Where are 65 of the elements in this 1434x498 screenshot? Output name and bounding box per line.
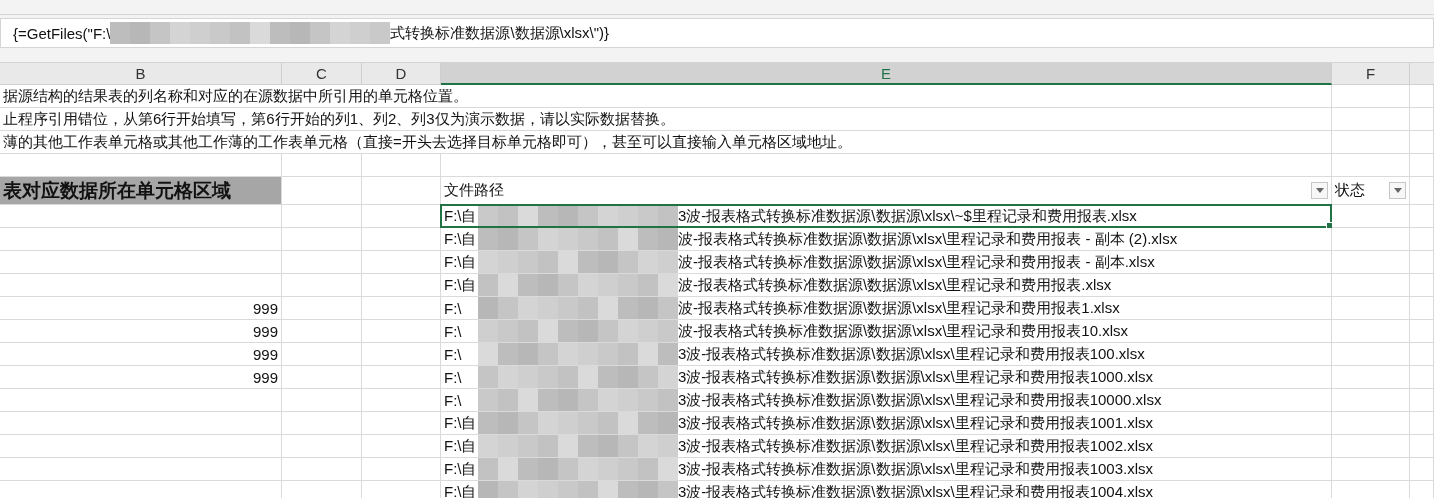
grid-cell xyxy=(1410,389,1434,412)
grid-cell xyxy=(1410,85,1434,108)
grid-cell xyxy=(1410,251,1434,274)
path-prefix: F:\自 xyxy=(444,459,478,479)
formula-text: {=GetFiles("F:\ xyxy=(13,24,111,42)
path-text: 波-报表格式转换标准数据源\数据源\xlsx\里程记录和费用报表1.xlsx xyxy=(678,298,1120,318)
number-cell: 999 xyxy=(252,345,278,363)
grid-cell xyxy=(1410,297,1434,320)
path-text: 3波-报表格式转换标准数据源\数据源\xlsx\里程记录和费用报表100.xlsx xyxy=(678,344,1145,364)
grid-cell xyxy=(1410,435,1434,458)
grid-cell xyxy=(1410,458,1434,481)
column-header[interactable]: D xyxy=(362,63,441,85)
column-title: 状态 xyxy=(1335,181,1365,200)
path-text: 3波-报表格式转换标准数据源\数据源\xlsx\里程记录和费用报表1000.xlsx xyxy=(678,367,1154,387)
caret-icon xyxy=(1393,188,1402,193)
column-title: 文件路径 xyxy=(444,181,504,200)
path-text: 波-报表格式转换标准数据源\数据源\xlsx\里程记录和费用报表.xlsx xyxy=(678,275,1112,295)
grid-cell xyxy=(1410,343,1434,366)
path-text: 3波-报表格式转换标准数据源\数据源\xlsx\里程记录和费用报表1002.xlsx xyxy=(678,436,1154,456)
grid-cell xyxy=(1410,131,1434,154)
path-prefix: F:\ xyxy=(444,322,463,340)
formula-text: 式转换标准数据源\数据源\xlsx\")} xyxy=(390,23,610,43)
path-text: 3波-报表格式转换标准数据源\数据源\xlsx\里程记录和费用报表1004.xlsx xyxy=(678,482,1154,498)
path-prefix: F:\自 xyxy=(444,206,478,226)
path-prefix: F:\自 xyxy=(444,229,478,249)
formula-bar[interactable]: {=GetFiles("F:\ 式转换标准数据源\数据源\xlsx\")} xyxy=(0,18,1434,48)
path-prefix: F:\自 xyxy=(444,252,478,272)
grid-cell xyxy=(1410,108,1434,131)
path-text: 波-报表格式转换标准数据源\数据源\xlsx\里程记录和费用报表10.xlsx xyxy=(678,321,1128,341)
number-cell: 999 xyxy=(252,299,278,317)
filter-button[interactable] xyxy=(1311,182,1328,199)
path-prefix: F:\自 xyxy=(444,275,478,295)
path-prefix: F:\自 xyxy=(444,413,478,433)
number-cell: 999 xyxy=(252,368,278,386)
grid-cell xyxy=(1410,366,1434,389)
path-text: 波-报表格式转换标准数据源\数据源\xlsx\里程记录和费用报表 - 副本.xlsx xyxy=(678,252,1155,272)
grid-cell xyxy=(1410,228,1434,251)
path-text: 波-报表格式转换标准数据源\数据源\xlsx\里程记录和费用报表 - 副本 (2).xlsx xyxy=(678,229,1178,249)
path-prefix: F:\ xyxy=(444,391,463,409)
path-prefix: F:\自 xyxy=(444,436,478,456)
column-header[interactable]: F xyxy=(1332,63,1410,85)
note-text: 据源结构的结果表的列名称和对应的在源数据中所引用的单元格位置。 xyxy=(3,86,468,106)
note-text: 薄的其他工作表单元格或其他工作薄的工作表单元格（直接=开头去选择目标单元格即可），甚至可以直接输入单元格区域地址。 xyxy=(3,132,852,152)
caret-icon xyxy=(1315,188,1324,193)
path-text: 3波-报表格式转换标准数据源\数据源\xlsx\里程记录和费用报表1003.xlsx xyxy=(678,459,1154,479)
range-label: 表对应数据所在单元格区域 xyxy=(3,178,231,203)
column-header[interactable]: B xyxy=(0,63,282,85)
path-prefix: F:\ xyxy=(444,345,463,363)
note-text: 止程序引用错位，从第6行开始填写，第6行开始的列1、列2、列3仅为演示数据，请以实际数据替换。 xyxy=(3,109,675,129)
column-header[interactable]: E xyxy=(441,63,1332,85)
selected-cell[interactable]: F:\自 3波-报表格式转换标准数据源\数据源\xlsx\~$里程记录和费用报表.xlsx xyxy=(441,205,1332,228)
grid-cell xyxy=(1410,154,1434,177)
grid-cell xyxy=(1410,274,1434,297)
path-text: 3波-报表格式转换标准数据源\数据源\xlsx\里程记录和费用报表10000.xlsx xyxy=(678,390,1162,410)
number-cell: 999 xyxy=(252,322,278,340)
column-header[interactable]: C xyxy=(282,63,362,85)
path-prefix: F:\ xyxy=(444,368,463,386)
grid-cell xyxy=(1410,412,1434,435)
path-prefix: F:\自 xyxy=(444,482,478,498)
path-text: 3波-报表格式转换标准数据源\数据源\xlsx\里程记录和费用报表1001.xlsx xyxy=(678,413,1154,433)
path-prefix: F:\ xyxy=(444,299,463,317)
path-text: 3波-报表格式转换标准数据源\数据源\xlsx\~$里程记录和费用报表.xlsx xyxy=(678,206,1137,226)
grid-cell xyxy=(1410,320,1434,343)
grid-cell xyxy=(1410,205,1434,228)
filter-button[interactable] xyxy=(1389,182,1406,199)
